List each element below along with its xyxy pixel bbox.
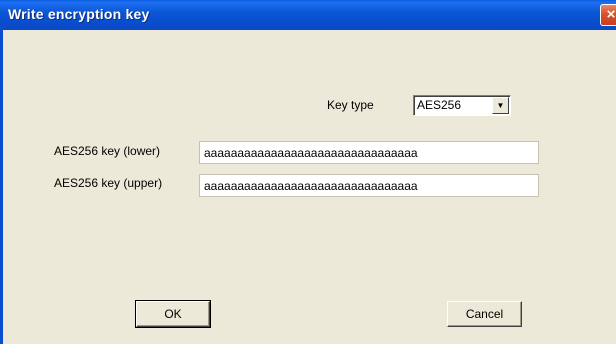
lower-key-input[interactable] [199,141,539,164]
ok-button[interactable]: OK [135,300,211,328]
key-type-select[interactable]: AES256 ▼ [413,95,511,116]
lower-key-label: AES256 key (lower) [54,144,161,158]
key-type-label: Key type [327,98,374,112]
window-title: Write encryption key [8,6,150,22]
upper-key-label: AES256 key (upper) [54,176,163,190]
close-icon[interactable]: × [600,4,616,26]
window-frame-left [0,30,3,344]
key-type-selected-value: AES256 [417,98,462,112]
title-bar[interactable]: Write encryption key × [0,0,616,30]
upper-key-input[interactable] [199,174,539,197]
chevron-down-icon[interactable]: ▼ [492,97,509,114]
cancel-button[interactable]: Cancel [447,301,522,327]
dialog-window: Write encryption key × Key type AES256 ▼… [0,0,616,344]
